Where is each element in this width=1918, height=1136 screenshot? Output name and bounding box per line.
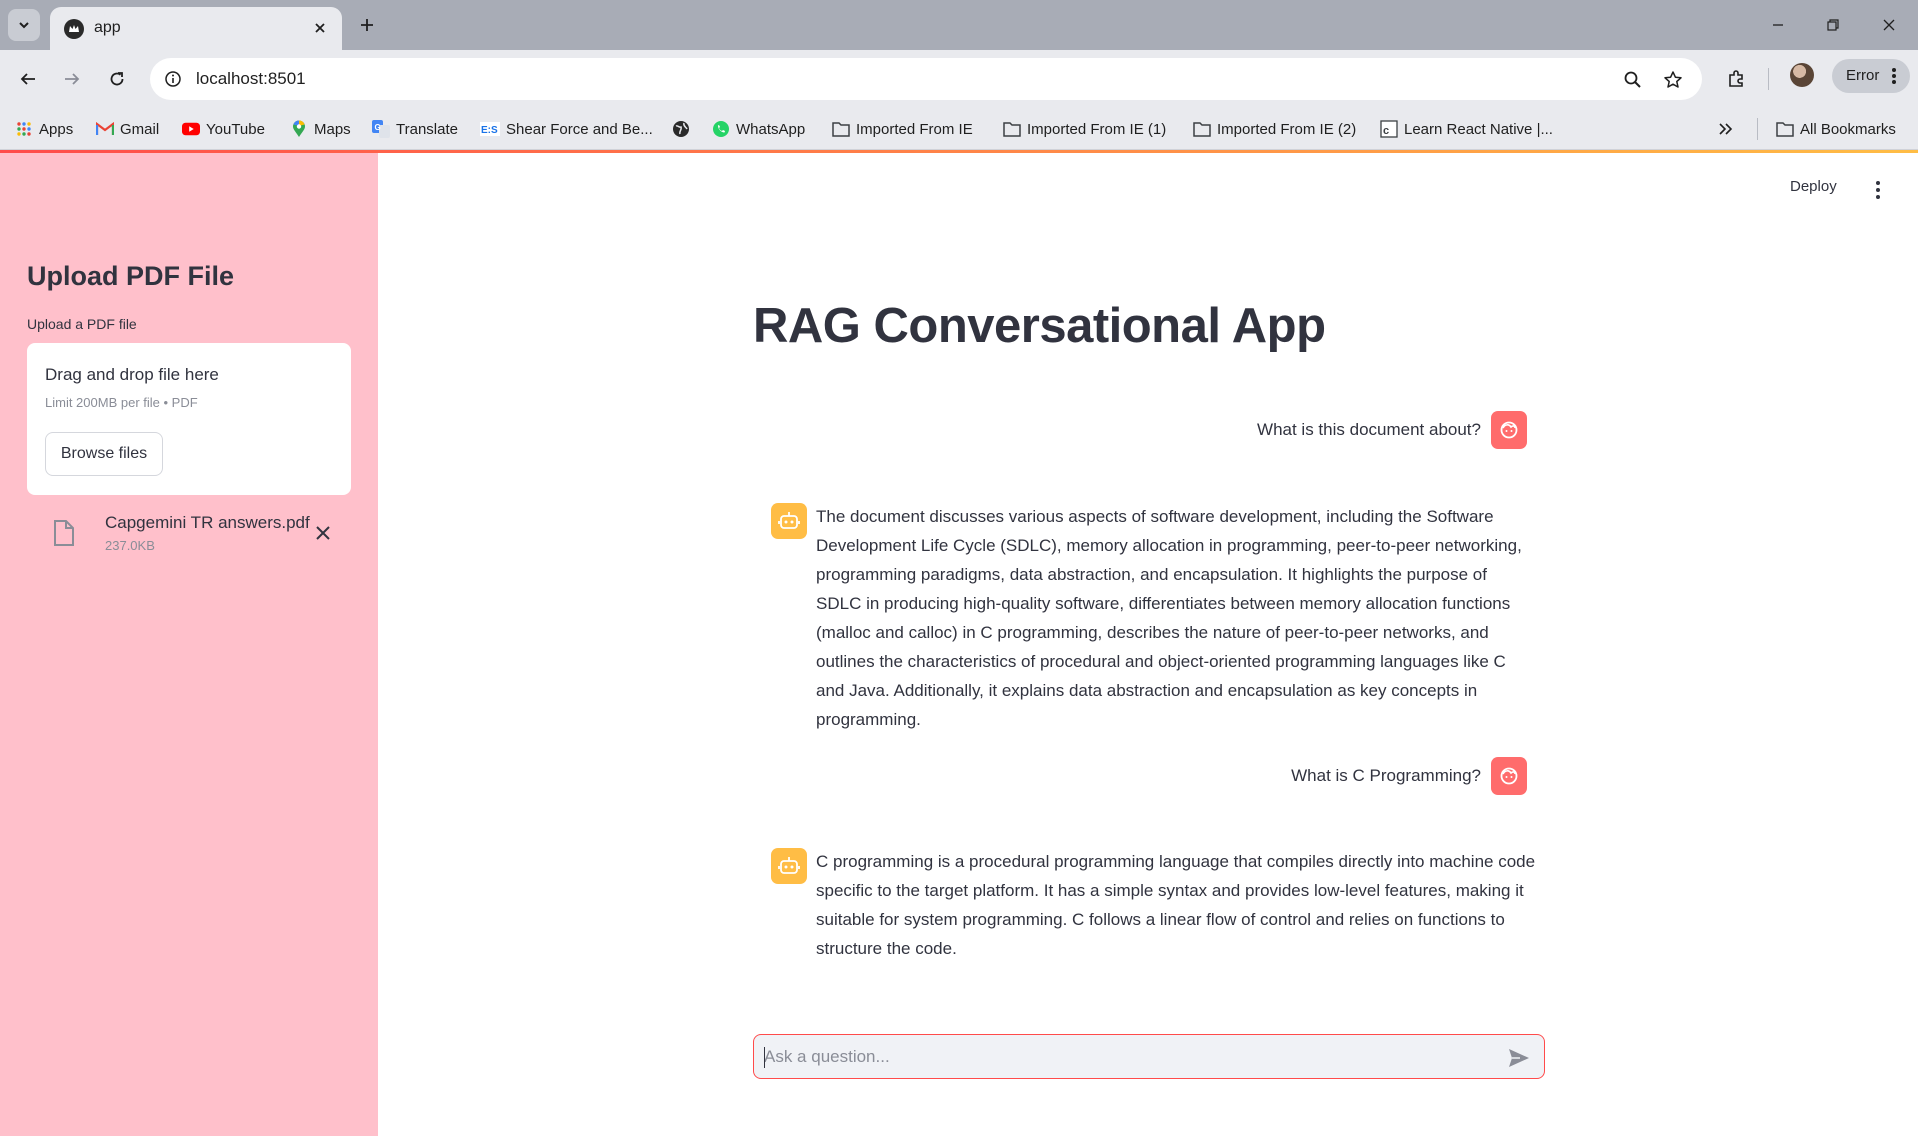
site-info-icon[interactable]	[162, 68, 184, 90]
file-dropzone[interactable]: Drag and drop file here Limit 200MB per …	[27, 343, 351, 495]
bookmark-learn-react-native[interactable]: c Learn React Native |...	[1380, 118, 1553, 140]
browse-files-button[interactable]: Browse files	[45, 432, 163, 476]
message-text: What is C Programming?	[1291, 766, 1481, 785]
toolbar-separator	[1768, 68, 1769, 90]
bookmark-folder[interactable]: Imported From IE (2)	[1193, 118, 1356, 140]
sidebar: Upload PDF File Upload a PDF file Drag a…	[0, 153, 378, 1136]
bookmark-shear-force[interactable]: E:S Shear Force and Be...	[480, 118, 653, 140]
bookmark-label: Imported From IE	[856, 120, 973, 138]
bookmark-page-icon: c	[1380, 120, 1398, 138]
file-name: Capgemini TR answers.pdf	[105, 513, 310, 532]
bookmark-label: Apps	[39, 120, 74, 138]
more-bookmarks-icon[interactable]	[1718, 118, 1734, 140]
folder-icon	[832, 120, 850, 138]
tab-title: app	[94, 19, 121, 36]
bookmark-whatsapp[interactable]: WhatsApp	[712, 118, 805, 140]
bookmarks-bar: Apps Gmail YouTube Maps G Translate E:S …	[0, 108, 1918, 150]
minimize-icon[interactable]	[1758, 8, 1798, 42]
bookmark-label: Imported From IE (1)	[1027, 120, 1167, 138]
uploader-label: Upload a PDF file	[27, 316, 137, 332]
streamlit-crown-icon	[64, 19, 84, 39]
bookmark-label: Imported From IE (2)	[1217, 120, 1357, 138]
bookmark-globe[interactable]	[672, 118, 696, 140]
new-tab-icon[interactable]	[352, 10, 382, 40]
page-title: RAG Conversational App	[753, 299, 1326, 353]
file-icon	[54, 520, 74, 546]
user-message: What is C Programming?	[1291, 757, 1527, 795]
browser-menu-icon	[1892, 68, 1896, 84]
chat-input-container	[753, 1034, 1545, 1079]
chat-input[interactable]	[764, 1045, 1484, 1069]
gmail-icon	[96, 120, 114, 138]
message-text: What is this document about?	[1257, 420, 1481, 439]
sidebar-title: Upload PDF File	[27, 261, 235, 291]
send-icon[interactable]	[1506, 1045, 1532, 1071]
globe-icon	[672, 120, 690, 138]
profile-status-label: Error	[1846, 67, 1880, 84]
user-avatar-icon	[1491, 411, 1527, 449]
assistant-avatar-icon	[771, 848, 807, 884]
whatsapp-icon	[712, 120, 730, 138]
bookmark-label: Gmail	[120, 120, 160, 138]
svg-text:E:S: E:S	[481, 125, 498, 136]
assistant-avatar-icon	[771, 503, 807, 539]
bookmark-label: Learn React Native |...	[1404, 120, 1553, 138]
bookmark-label: YouTube	[206, 120, 265, 138]
back-arrow-icon[interactable]	[12, 63, 44, 95]
maps-pin-icon	[290, 120, 308, 138]
user-avatar-icon	[1491, 757, 1527, 795]
forward-arrow-icon[interactable]	[56, 63, 88, 95]
close-tab-icon[interactable]	[308, 16, 332, 40]
apps-grid-icon	[15, 120, 33, 138]
close-window-icon[interactable]	[1869, 8, 1909, 42]
profile-error-button[interactable]: Error	[1832, 59, 1910, 93]
user-message: What is this document about?	[1257, 411, 1527, 449]
remove-file-icon[interactable]	[311, 521, 335, 545]
dropzone-instructions: Drag and drop file here	[45, 365, 219, 384]
zoom-icon[interactable]	[1620, 67, 1646, 93]
bookmark-apps[interactable]: Apps	[15, 118, 73, 140]
svg-text:G: G	[375, 123, 381, 132]
all-bookmarks-label: All Bookmarks	[1800, 120, 1896, 138]
translate-icon: G	[372, 120, 390, 138]
bookmark-label: WhatsApp	[736, 120, 806, 138]
tab-search-button[interactable]	[8, 9, 40, 41]
restore-icon[interactable]	[1813, 8, 1853, 42]
browser-tab[interactable]: app	[50, 7, 342, 50]
folder-icon	[1193, 120, 1211, 138]
bookmark-youtube[interactable]: YouTube	[182, 118, 265, 140]
extensions-puzzle-icon[interactable]	[1720, 63, 1752, 95]
bookmarks-separator	[1757, 118, 1758, 140]
bookmark-gmail[interactable]: Gmail	[96, 118, 159, 140]
bookmark-folder[interactable]: Imported From IE	[832, 118, 973, 140]
youtube-icon	[182, 120, 200, 138]
bookmark-label: Maps	[314, 120, 351, 138]
reload-icon[interactable]	[101, 63, 133, 95]
main-menu-icon[interactable]	[1866, 176, 1890, 204]
bookmark-translate[interactable]: G Translate	[372, 118, 458, 140]
url-text: localhost:8501	[196, 69, 306, 88]
browser-tab-strip: app	[0, 0, 1918, 50]
uploaded-file: Capgemini TR answers.pdf 237.0KB	[27, 503, 351, 559]
dropzone-limit: Limit 200MB per file • PDF	[45, 395, 198, 410]
address-bar[interactable]: localhost:8501	[150, 58, 1702, 100]
bookmark-label: Translate	[396, 120, 458, 138]
assistant-message: The document discusses various aspects o…	[816, 507, 1522, 729]
chevron-down-icon	[19, 22, 29, 29]
file-size: 237.0KB	[105, 538, 155, 553]
deploy-button[interactable]: Deploy	[1790, 178, 1837, 195]
text-caret	[764, 1047, 765, 1068]
profile-avatar[interactable]	[1790, 63, 1814, 87]
assistant-message: C programming is a procedural programmin…	[816, 852, 1536, 958]
bookmark-folder[interactable]: Imported From IE (1)	[1003, 118, 1166, 140]
folder-icon	[1003, 120, 1021, 138]
es-icon: E:S	[480, 120, 500, 138]
svg-text:c: c	[1383, 125, 1389, 137]
browser-toolbar: localhost:8501	[0, 50, 1918, 108]
folder-icon	[1776, 120, 1794, 138]
all-bookmarks-button[interactable]: All Bookmarks	[1776, 118, 1896, 140]
bookmark-label: Shear Force and Be...	[506, 120, 653, 138]
bookmark-maps[interactable]: Maps	[290, 118, 351, 140]
bookmark-star-icon[interactable]	[1660, 67, 1686, 93]
